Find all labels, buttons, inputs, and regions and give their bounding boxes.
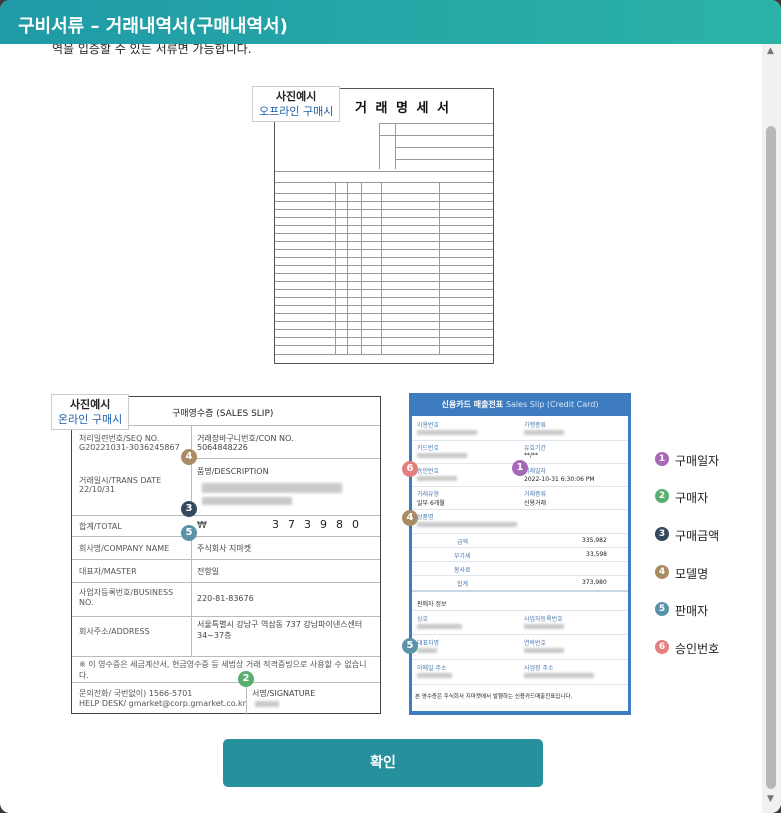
legend-item: 4 모델명 bbox=[655, 565, 755, 581]
confirm-button[interactable]: 확인 bbox=[223, 739, 543, 787]
modal-body: 역을 입증할 수 있는 서류면 가능합니다. 거 래 명 세 서 사진예시 오프… bbox=[0, 44, 762, 813]
offline-example-badge: 사진예시 오프라인 구매시 bbox=[252, 86, 341, 122]
marker-5: 5 bbox=[181, 525, 197, 541]
marker-4: 4 bbox=[181, 449, 197, 465]
modal-title: 구비서류 – 거래내역서(구매내역서) bbox=[0, 0, 781, 44]
legend-item: 3 구매금액 bbox=[655, 527, 755, 543]
scrollbar-thumb[interactable] bbox=[766, 126, 776, 789]
card-receipt-image: 신용카드 매출전표 Sales Slip (Credit Card) 이용번호 … bbox=[409, 393, 631, 715]
legend-item: 1 구매일자 bbox=[655, 452, 755, 468]
card-title: 신용카드 매출전표 Sales Slip (Credit Card) bbox=[441, 400, 599, 409]
marker-6: 6 bbox=[402, 461, 418, 477]
online-example-badge: 사진예시 온라인 구매시 bbox=[51, 394, 130, 430]
legend-item: 6 승인번호 bbox=[655, 640, 755, 656]
scroll-down-icon[interactable]: ▼ bbox=[767, 794, 774, 804]
marker-5-card: 5 bbox=[402, 638, 418, 654]
invoice-title: 거 래 명 세 서 bbox=[355, 101, 451, 116]
marker-2: 2 bbox=[238, 671, 254, 687]
intro-text: 역을 입증할 수 있는 서류면 가능합니다. bbox=[52, 44, 252, 56]
marker-3: 3 bbox=[181, 501, 197, 517]
marker-4-card: 4 bbox=[402, 510, 418, 526]
total-amount: 373980 bbox=[272, 518, 368, 531]
scroll-up-icon[interactable]: ▲ bbox=[767, 46, 774, 56]
modal: 구비서류 – 거래내역서(구매내역서) 역을 입증할 수 있는 서류면 가능합니… bbox=[0, 0, 781, 813]
slip-title: 구매영수증 (SALES SLIP) bbox=[172, 409, 274, 419]
legend-item: 2 구매자 bbox=[655, 489, 755, 505]
legend-item: 5 판매자 bbox=[655, 602, 755, 618]
offline-invoice-image: 거 래 명 세 서 bbox=[274, 88, 494, 364]
marker-1: 1 bbox=[512, 460, 528, 476]
online-sales-slip-image: 구매영수증 (SALES SLIP) 처리일련번호/SEQ NO. G20221… bbox=[71, 396, 381, 715]
scrollbar[interactable]: ▲ ▼ bbox=[762, 44, 781, 813]
